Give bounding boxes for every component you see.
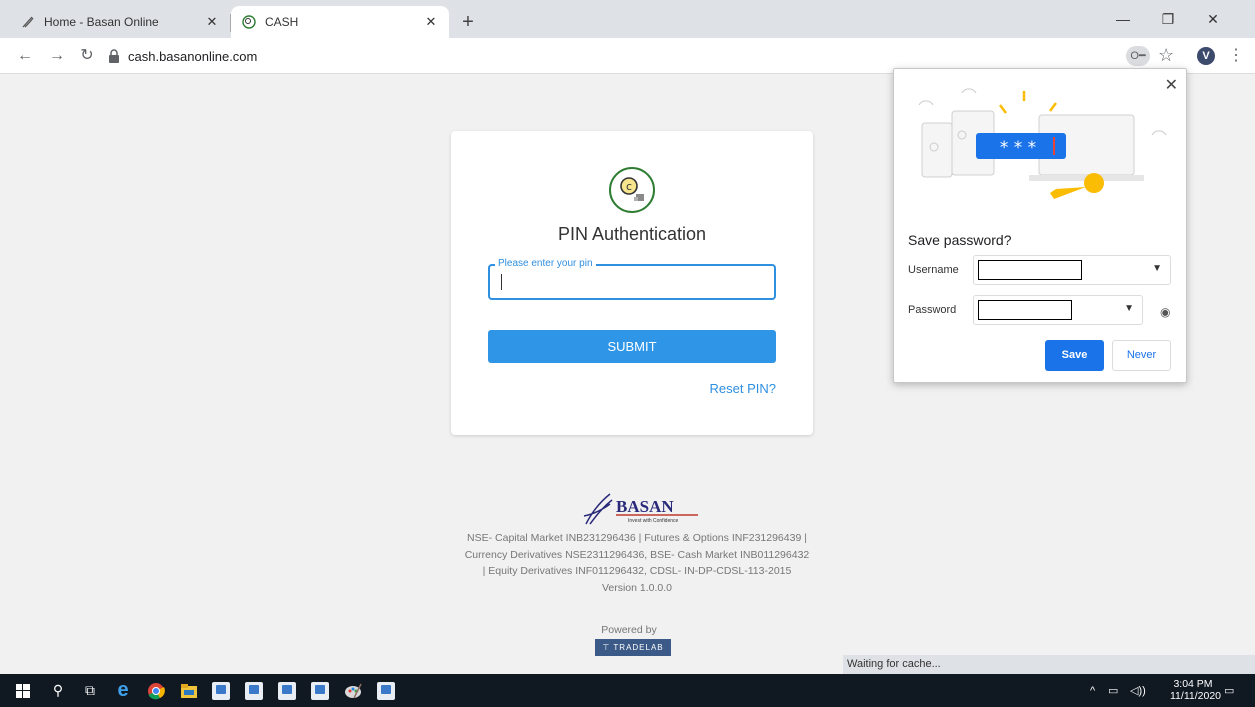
save-button[interactable]: Save	[1045, 340, 1104, 371]
password-key-icon[interactable]: O━	[1126, 46, 1150, 66]
tab-strip: Home - Basan Online ✕ CASH ✕ + — ❐ ✕	[0, 0, 1255, 38]
tab-cash[interactable]: CASH ✕	[231, 6, 449, 38]
internet-explorer-icon[interactable]: e	[110, 678, 136, 703]
footer-line: | Equity Derivatives INF011296432, CDSL-…	[482, 565, 792, 577]
show-password-eye-icon[interactable]: ◉	[1160, 305, 1170, 319]
back-icon[interactable]: ←	[14, 45, 36, 67]
regulatory-info: NSE- Capital Market INB231296436 | Futur…	[437, 530, 837, 596]
windows-taskbar: ⚲ ⧉ e ^ ▭ ◁)) 3:04 PM 11/11/2020 ▭	[0, 674, 1255, 707]
tab-home[interactable]: Home - Basan Online ✕	[10, 6, 230, 38]
status-bar: Waiting for cache...	[843, 655, 1255, 674]
version-text: Version 1.0.0.0	[601, 581, 673, 594]
chrome-icon[interactable]	[143, 678, 169, 703]
tray-up-arrow-icon[interactable]: ^	[1090, 674, 1095, 707]
task-view-icon[interactable]: ⧉	[77, 678, 103, 703]
menu-kebab-icon[interactable]: ⋮	[1228, 45, 1244, 65]
restore-button[interactable]: ❐	[1146, 6, 1190, 32]
reset-pin-link[interactable]: Reset PIN?	[710, 381, 776, 396]
pin-auth-card: c PIN Authentication Please enter your p…	[451, 131, 813, 435]
close-tab-icon[interactable]: ✕	[423, 14, 439, 30]
cash-favicon-icon	[241, 14, 257, 30]
tradelab-logo: ⊤ TRADELAB	[595, 639, 671, 656]
pin-input-label: Please enter your pin	[495, 258, 596, 269]
close-window-button[interactable]: ✕	[1191, 6, 1235, 32]
text-caret	[501, 274, 502, 290]
mcx-app-icon[interactable]	[373, 678, 399, 703]
footer-line: NSE- Capital Market INB231296436 | Futur…	[467, 532, 807, 544]
paint-icon[interactable]	[340, 678, 366, 703]
powered-by-label: Powered by	[601, 624, 657, 636]
password-label: Password	[908, 304, 957, 316]
address-bar[interactable]: cash.basanonline.com	[108, 43, 1188, 69]
dropdown-arrow-icon: ▼	[1124, 303, 1134, 314]
url-text: cash.basanonline.com	[128, 48, 258, 64]
close-tab-icon[interactable]: ✕	[204, 14, 220, 30]
page-title: PIN Authentication	[557, 224, 707, 244]
cash-logo-icon: c	[609, 167, 655, 213]
lock-icon	[109, 49, 119, 63]
username-label: Username	[908, 264, 959, 276]
tab-title: Home - Basan Online	[44, 15, 159, 29]
network-icon[interactable]: ▭	[1108, 674, 1118, 707]
redacted-username	[978, 260, 1082, 280]
new-tab-button[interactable]: +	[455, 10, 481, 36]
svg-text:* * *: * * *	[1000, 138, 1036, 158]
bse-app-icon[interactable]	[241, 678, 267, 703]
kra-app-icon[interactable]	[274, 678, 300, 703]
basan-logo: BASAN Invest with Confidence	[580, 490, 710, 530]
password-illustration: * * *	[918, 88, 1167, 199]
save-password-dialog: ✕ * * * Save password? Username ▼ Passwo…	[893, 68, 1187, 383]
dialog-title: Save password?	[908, 232, 1012, 248]
dropdown-arrow-icon: ▼	[1152, 263, 1162, 274]
redacted-password	[978, 300, 1072, 320]
nse-app-icon[interactable]	[208, 678, 234, 703]
basan-favicon-icon	[20, 14, 36, 30]
profile-avatar[interactable]: V	[1197, 47, 1215, 65]
submit-button[interactable]: SUBMIT	[488, 330, 776, 363]
svg-text:c: c	[626, 180, 632, 193]
svg-text:BASAN: BASAN	[616, 497, 674, 516]
minimize-button[interactable]: —	[1101, 6, 1145, 32]
forward-icon[interactable]: →	[46, 45, 68, 67]
clock-date: 11/11/2020	[1170, 690, 1221, 702]
volume-icon[interactable]: ◁))	[1130, 674, 1146, 707]
tradelab-t-icon: ⊤	[602, 643, 614, 652]
footer-line: Currency Derivatives NSE2311296436, BSE-…	[464, 548, 810, 561]
svg-text:Invest with Confidence: Invest with Confidence	[628, 518, 679, 524]
windows-start-icon[interactable]	[10, 678, 36, 703]
never-button[interactable]: Never	[1112, 340, 1171, 371]
username-select[interactable]: ▼	[973, 255, 1171, 285]
bookmark-star-icon[interactable]: ☆	[1158, 45, 1174, 66]
clock-time: 3:04 PM	[1173, 678, 1213, 690]
tradelab-text: TRADELAB	[613, 643, 664, 652]
reload-icon[interactable]: ↻	[76, 45, 98, 67]
password-select[interactable]: ▼	[973, 295, 1143, 325]
search-icon[interactable]: ⚲	[45, 678, 71, 703]
pin-input[interactable]: Please enter your pin	[488, 258, 776, 300]
cdsl-app-icon[interactable]	[307, 678, 333, 703]
file-explorer-icon[interactable]	[176, 678, 202, 703]
system-clock[interactable]: 3:04 PM 11/11/2020	[1170, 678, 1221, 702]
notifications-icon[interactable]: ▭	[1224, 674, 1234, 707]
tab-title: CASH	[265, 15, 299, 29]
